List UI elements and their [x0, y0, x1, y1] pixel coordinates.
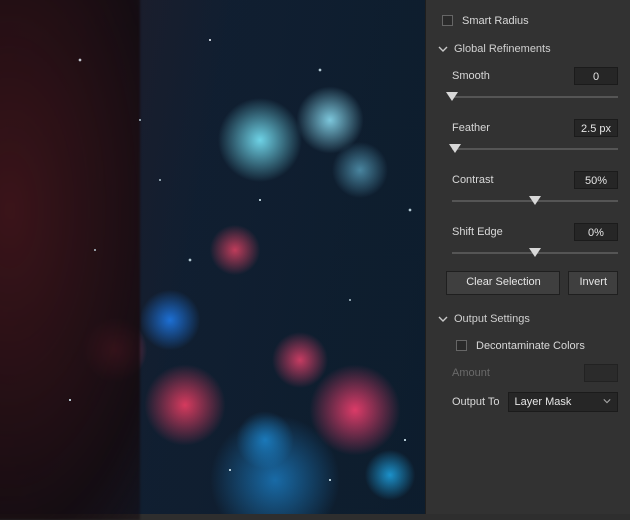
output-settings-title: Output Settings: [454, 313, 530, 325]
clear-selection-button[interactable]: Clear Selection: [446, 271, 560, 295]
feather-slider[interactable]: [452, 143, 618, 155]
output-to-value: Layer Mask: [515, 396, 572, 408]
amount-label: Amount: [452, 367, 490, 379]
chevron-down-icon: [438, 44, 448, 54]
smooth-slider[interactable]: [452, 91, 618, 103]
decon-label: Decontaminate Colors: [476, 340, 585, 352]
amount-value: [584, 364, 618, 382]
refine-buttons: Clear Selection Invert: [438, 271, 618, 295]
image-canvas[interactable]: [0, 0, 425, 514]
contrast-slider[interactable]: [452, 195, 618, 207]
output-to-select[interactable]: Layer Mask: [508, 392, 619, 412]
feather-label: Feather: [452, 122, 490, 134]
smooth-label: Smooth: [452, 70, 490, 82]
smooth-thumb[interactable]: [446, 92, 458, 101]
output-settings-header[interactable]: Output Settings: [438, 313, 618, 325]
decon-checkbox[interactable]: [456, 340, 467, 351]
shift-edge-row: Shift Edge 0%: [452, 223, 618, 259]
smooth-row: Smooth 0: [452, 67, 618, 103]
shift-edge-thumb[interactable]: [529, 248, 541, 257]
contrast-row: Contrast 50%: [452, 171, 618, 207]
feather-thumb[interactable]: [449, 144, 461, 153]
global-refinements-title: Global Refinements: [454, 43, 551, 55]
output-to-label: Output To: [452, 396, 500, 408]
smooth-value[interactable]: 0: [574, 67, 618, 85]
shift-edge-value[interactable]: 0%: [574, 223, 618, 241]
global-refinements-body: Smooth 0 Feather 2.5 px Contrast 50%: [438, 67, 618, 259]
amount-slider: [498, 367, 576, 379]
shift-edge-label: Shift Edge: [452, 226, 503, 238]
chevron-down-icon: [438, 314, 448, 324]
properties-panel: Smart Radius Global Refinements Smooth 0…: [425, 0, 630, 514]
shift-edge-slider[interactable]: [452, 247, 618, 259]
smart-radius-checkbox[interactable]: [442, 15, 453, 26]
feather-row: Feather 2.5 px: [452, 119, 618, 155]
amount-row: Amount: [438, 364, 618, 382]
decon-row: Decontaminate Colors: [438, 337, 618, 354]
feather-value[interactable]: 2.5 px: [574, 119, 618, 137]
contrast-value[interactable]: 50%: [574, 171, 618, 189]
invert-button[interactable]: Invert: [568, 271, 618, 295]
output-to-row: Output To Layer Mask: [438, 392, 618, 412]
contrast-thumb[interactable]: [529, 196, 541, 205]
smart-radius-label: Smart Radius: [462, 15, 529, 27]
smart-radius-row: Smart Radius: [438, 12, 618, 29]
contrast-label: Contrast: [452, 174, 494, 186]
global-refinements-header[interactable]: Global Refinements: [438, 43, 618, 55]
chevron-down-icon: [603, 396, 611, 408]
